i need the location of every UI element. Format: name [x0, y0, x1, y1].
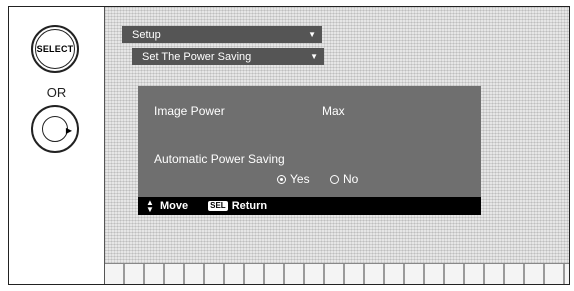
power-saving-menu-label: Set The Power Saving — [142, 50, 252, 63]
joystick-ring-icon — [42, 116, 68, 142]
radio-selected-icon — [277, 174, 286, 184]
image-power-value[interactable]: Max — [322, 104, 345, 118]
right-arrow-icon: ▶ — [65, 126, 72, 135]
radio-yes[interactable]: Yes — [277, 172, 310, 186]
auto-power-saving-label: Automatic Power Saving — [154, 152, 285, 166]
chevron-down-icon: ▼ — [308, 30, 316, 39]
setup-menu-label: Setup — [132, 28, 161, 41]
sel-button-icon: SEL — [208, 201, 228, 211]
move-hint-label: Move — [160, 200, 189, 212]
up-down-arrow-icon: ▲ ▼ — [146, 198, 154, 214]
or-label: OR — [46, 85, 67, 100]
navigation-hint-bar: ▲ ▼ Move SEL Return — [138, 197, 481, 215]
power-settings-panel: Image Power Max Automatic Power Saving Y… — [138, 86, 481, 197]
bottom-strip — [105, 263, 569, 284]
select-button[interactable]: SELECT — [31, 25, 79, 73]
setup-menu-bar[interactable]: Setup ▼ — [122, 26, 322, 43]
select-button-label: SELECT — [35, 29, 75, 69]
return-hint-label: Return — [231, 200, 268, 212]
radio-unselected-icon — [330, 174, 339, 184]
joystick-button[interactable]: ▶ — [31, 105, 79, 153]
image-power-label: Image Power — [154, 104, 225, 118]
chevron-down-icon: ▼ — [310, 52, 318, 61]
radio-yes-label: Yes — [290, 172, 310, 186]
radio-no-label: No — [343, 172, 359, 186]
power-saving-menu-bar[interactable]: Set The Power Saving ▼ — [132, 48, 324, 65]
remote-button-panel: SELECT OR ▶ — [9, 7, 105, 284]
radio-no[interactable]: No — [330, 172, 358, 186]
